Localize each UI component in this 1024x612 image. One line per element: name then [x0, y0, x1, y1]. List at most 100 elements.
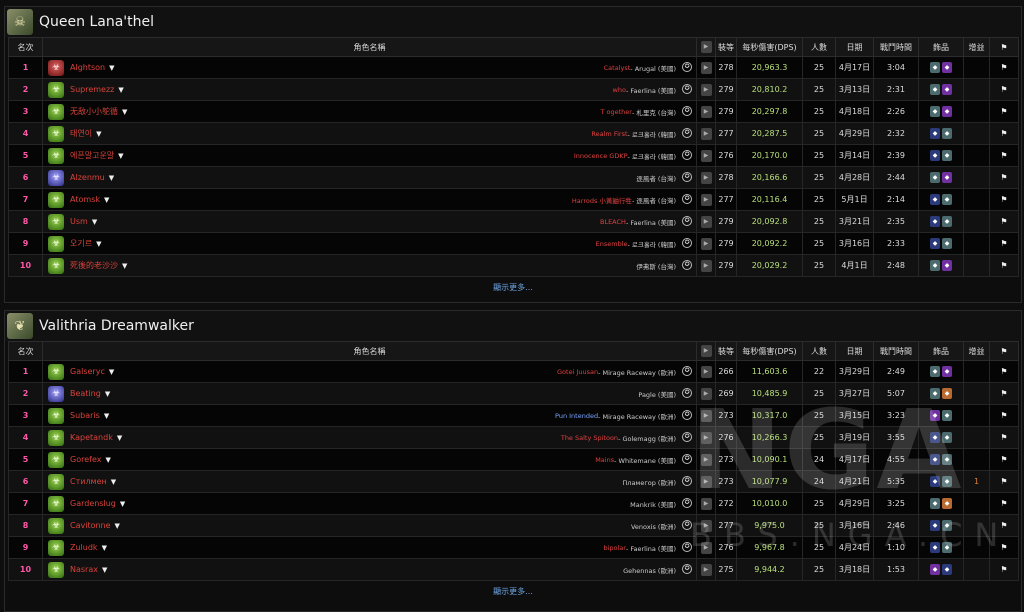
youtube-icon[interactable]: ▶: [700, 237, 712, 250]
show-more-link[interactable]: 顯示更多...: [5, 277, 1021, 297]
video-cell[interactable]: ▶: [696, 188, 716, 211]
guild-link[interactable]: Innocence GDKP: [574, 152, 628, 160]
dropdown-caret-icon[interactable]: ▼: [105, 390, 110, 398]
flag-cell[interactable]: ⚑: [989, 100, 1019, 123]
flag-cell[interactable]: ⚑: [989, 188, 1019, 211]
flag-icon[interactable]: ⚑: [1000, 389, 1007, 398]
flag-cell[interactable]: ⚑: [989, 536, 1019, 559]
video-cell[interactable]: ▶: [696, 144, 716, 167]
player-name-link[interactable]: 에픈말고운말: [70, 150, 114, 161]
youtube-icon[interactable]: ▶: [700, 127, 712, 140]
flag-icon[interactable]: ⚑: [1000, 565, 1007, 574]
col-ilvl-header[interactable]: 裝等: [715, 37, 737, 57]
flag-icon[interactable]: ⚑: [1000, 151, 1007, 160]
col-duration-header[interactable]: 戰鬥時間: [873, 37, 919, 57]
guild-link[interactable]: who: [613, 86, 626, 94]
player-name-link[interactable]: 태연이: [70, 128, 92, 139]
dropdown-caret-icon[interactable]: ▼: [122, 262, 127, 270]
youtube-icon[interactable]: ▶: [700, 193, 712, 206]
trinket-icon[interactable]: ◆: [942, 542, 952, 553]
video-cell[interactable]: ▶: [696, 166, 716, 189]
warcraftlogs-icon[interactable]: ✪: [682, 498, 692, 508]
col-name-header[interactable]: 角色名稱: [42, 341, 697, 361]
trinket-icon[interactable]: ◆: [930, 542, 940, 553]
trinket-icon[interactable]: ◆: [942, 194, 952, 205]
player-name-link[interactable]: 오기르: [70, 238, 92, 249]
player-name-link[interactable]: Atomsk: [70, 195, 100, 204]
flag-cell[interactable]: ⚑: [989, 56, 1019, 79]
flag-icon[interactable]: ⚑: [1000, 173, 1007, 182]
trinket-icon[interactable]: ◆: [942, 454, 952, 465]
trinket-icon[interactable]: ◆: [930, 128, 940, 139]
flag-cell[interactable]: ⚑: [989, 514, 1019, 537]
dropdown-caret-icon[interactable]: ▼: [92, 218, 97, 226]
flag-cell[interactable]: ⚑: [989, 382, 1019, 405]
trinket-icon[interactable]: ◆: [942, 260, 952, 271]
guild-link[interactable]: Pun Intended: [555, 412, 598, 420]
video-cell[interactable]: ▶: [696, 232, 716, 255]
youtube-icon[interactable]: ▶: [700, 497, 712, 510]
flag-icon[interactable]: ⚑: [1000, 63, 1007, 72]
trinket-icon[interactable]: ◆: [930, 432, 940, 443]
youtube-icon[interactable]: ▶: [700, 61, 712, 74]
dropdown-caret-icon[interactable]: ▼: [109, 368, 114, 376]
warcraftlogs-icon[interactable]: ✪: [682, 238, 692, 248]
trinket-icon[interactable]: ◆: [942, 62, 952, 73]
video-cell[interactable]: ▶: [696, 514, 716, 537]
flag-icon[interactable]: ⚑: [1000, 195, 1007, 204]
trinket-icon[interactable]: ◆: [930, 216, 940, 227]
trinket-icon[interactable]: ◆: [942, 106, 952, 117]
player-name-link[interactable]: Subaris: [70, 411, 100, 420]
dropdown-caret-icon[interactable]: ▼: [109, 174, 114, 182]
col-flag-header[interactable]: ⚑: [989, 37, 1019, 57]
dropdown-caret-icon[interactable]: ▼: [117, 434, 122, 442]
player-name-link[interactable]: Kapetandk: [70, 433, 113, 442]
flag-icon[interactable]: ⚑: [1000, 433, 1007, 442]
flag-icon[interactable]: ⚑: [1000, 543, 1007, 552]
col-ilvl-header[interactable]: 裝等: [715, 341, 737, 361]
trinket-icon[interactable]: ◆: [930, 454, 940, 465]
player-name-link[interactable]: Gardenslug: [70, 499, 116, 508]
video-cell[interactable]: ▶: [696, 470, 716, 493]
video-cell[interactable]: ▶: [696, 78, 716, 101]
dropdown-caret-icon[interactable]: ▼: [105, 456, 110, 464]
flag-cell[interactable]: ⚑: [989, 470, 1019, 493]
col-players-header[interactable]: 人數: [802, 37, 836, 57]
flag-cell[interactable]: ⚑: [989, 360, 1019, 383]
trinket-icon[interactable]: ◆: [942, 432, 952, 443]
trinket-icon[interactable]: ◆: [942, 216, 952, 227]
dropdown-caret-icon[interactable]: ▼: [109, 64, 114, 72]
col-duration-header[interactable]: 戰鬥時間: [873, 341, 919, 361]
youtube-icon[interactable]: ▶: [700, 215, 712, 228]
player-name-link[interactable]: Gorefex: [70, 455, 101, 464]
guild-link[interactable]: Gotei Juusan: [557, 368, 598, 376]
col-flag-header[interactable]: ⚑: [989, 341, 1019, 361]
flag-cell[interactable]: ⚑: [989, 144, 1019, 167]
flag-icon[interactable]: ⚑: [1000, 129, 1007, 138]
player-name-link[interactable]: Galseryc: [70, 367, 105, 376]
video-cell[interactable]: ▶: [696, 558, 716, 581]
trinket-icon[interactable]: ◆: [930, 520, 940, 531]
flag-icon[interactable]: ⚑: [1000, 477, 1007, 486]
warcraftlogs-icon[interactable]: ✪: [682, 150, 692, 160]
warcraftlogs-icon[interactable]: ✪: [682, 106, 692, 116]
warcraftlogs-icon[interactable]: ✪: [682, 432, 692, 442]
dropdown-caret-icon[interactable]: ▼: [122, 108, 127, 116]
guild-link[interactable]: Realm First: [591, 130, 627, 138]
trinket-icon[interactable]: ◆: [930, 498, 940, 509]
youtube-icon[interactable]: ▶: [700, 431, 712, 444]
warcraftlogs-icon[interactable]: ✪: [682, 564, 692, 574]
video-cell[interactable]: ▶: [696, 448, 716, 471]
trinket-icon[interactable]: ◆: [942, 520, 952, 531]
guild-link[interactable]: BLEACH: [600, 218, 626, 226]
flag-cell[interactable]: ⚑: [989, 426, 1019, 449]
youtube-icon[interactable]: ▶: [700, 105, 712, 118]
flag-icon[interactable]: ⚑: [1000, 521, 1007, 530]
video-cell[interactable]: ▶: [696, 382, 716, 405]
flag-cell[interactable]: ⚑: [989, 404, 1019, 427]
dropdown-caret-icon[interactable]: ▼: [115, 522, 120, 530]
trinket-icon[interactable]: ◆: [942, 498, 952, 509]
trinket-icon[interactable]: ◆: [930, 106, 940, 117]
trinket-icon[interactable]: ◆: [930, 564, 940, 575]
flag-icon[interactable]: ⚑: [1000, 455, 1007, 464]
